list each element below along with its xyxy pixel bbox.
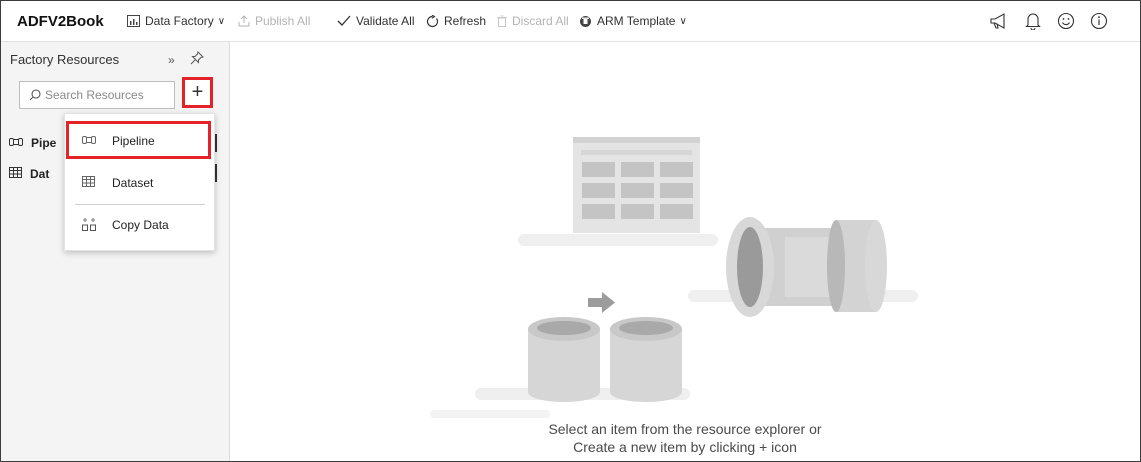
- refresh-button[interactable]: Refresh: [426, 1, 486, 41]
- empty-state-illustration: [430, 137, 918, 418]
- tree-action-stub: [215, 164, 217, 182]
- trash-icon: [497, 15, 507, 27]
- search-input[interactable]: [41, 88, 165, 102]
- collapse-all-icon[interactable]: »: [168, 53, 175, 67]
- add-resource-button[interactable]: +: [182, 77, 213, 108]
- publish-all-button[interactable]: Publish All: [238, 1, 310, 41]
- tree-item-label: Dat: [30, 167, 50, 181]
- empty-hint-line-2: Create a new item by clicking + icon: [573, 439, 797, 455]
- discard-all-button[interactable]: Discard All: [497, 1, 569, 41]
- menu-item-copy-data[interactable]: Copy Data: [65, 207, 214, 243]
- tree-action-stub: [215, 134, 217, 152]
- refresh-label: Refresh: [444, 14, 487, 28]
- menu-item-label: Dataset: [112, 176, 154, 190]
- pipeline-icon: [9, 136, 23, 150]
- empty-hint-line-1: Select an item from the resource explore…: [548, 421, 822, 437]
- arm-template-label: ARM Template: [597, 14, 676, 28]
- panel-title: Factory Resources: [10, 52, 120, 67]
- refresh-icon: [426, 14, 439, 28]
- arm-template-icon: [579, 15, 592, 28]
- tree-item-datasets[interactable]: Dat: [9, 167, 49, 181]
- factory-resources-panel: Factory Resources » + Pipe Dat: [1, 42, 230, 461]
- publish-icon: [238, 15, 250, 27]
- dataset-icon: [82, 176, 95, 190]
- copy-data-icon: [82, 217, 96, 234]
- smiley-icon[interactable]: [1055, 10, 1077, 32]
- chevron-down-icon: ∨: [679, 15, 687, 27]
- data-factory-dropdown[interactable]: Data Factory ∨: [127, 1, 225, 41]
- pipeline-highlight-box: [66, 121, 211, 159]
- pin-icon[interactable]: [190, 51, 204, 70]
- factory-name: ADFV2Book: [17, 12, 104, 30]
- dataset-icon: [9, 167, 22, 181]
- factory-icon: [127, 15, 140, 27]
- megaphone-icon[interactable]: [988, 10, 1010, 32]
- menu-item-label: Copy Data: [112, 218, 169, 232]
- checkmark-icon: [337, 15, 351, 27]
- validate-all-label: Validate All: [356, 14, 415, 28]
- search-box: [19, 81, 175, 109]
- publish-all-label: Publish All: [255, 14, 311, 28]
- info-icon[interactable]: [1088, 10, 1110, 32]
- menu-separator: [75, 204, 205, 205]
- discard-all-label: Discard All: [512, 14, 569, 28]
- bell-icon[interactable]: [1022, 10, 1044, 32]
- empty-canvas: Select an item from the resource explore…: [230, 42, 1140, 461]
- validate-all-button[interactable]: Validate All: [337, 1, 414, 41]
- arm-template-dropdown[interactable]: ARM Template ∨: [579, 1, 687, 41]
- adf-window: ADFV2Book Data Factory ∨ Publish All Val…: [0, 0, 1141, 462]
- tree-item-pipelines[interactable]: Pipe: [9, 136, 56, 150]
- chevron-down-icon: ∨: [217, 15, 226, 27]
- menu-item-dataset[interactable]: Dataset: [65, 165, 214, 201]
- data-factory-label: Data Factory: [145, 14, 214, 28]
- top-toolbar: ADFV2Book Data Factory ∨ Publish All Val…: [1, 1, 1140, 42]
- search-icon: [29, 89, 41, 101]
- tree-item-label: Pipe: [31, 136, 57, 150]
